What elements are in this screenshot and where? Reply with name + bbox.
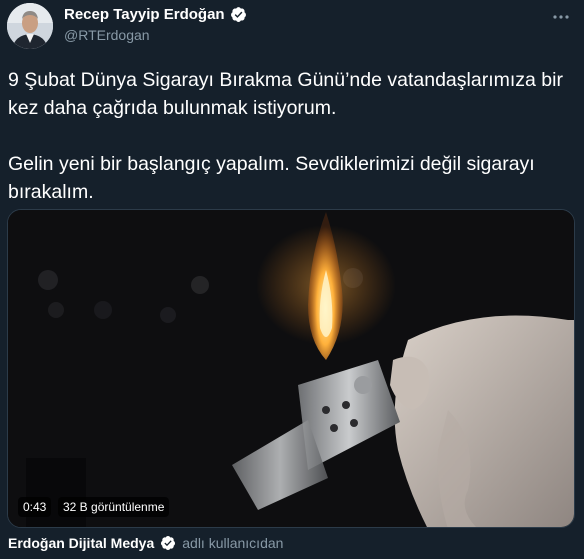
source-account-name[interactable]: Erdoğan Dijital Medya (8, 535, 154, 551)
video-player[interactable]: 0:43 32 B görüntülenme (7, 209, 575, 528)
tweet-text: 9 Şubat Dünya Sigarayı Bırakma Günü’nde … (8, 66, 578, 206)
video-duration-badge: 0:43 (18, 497, 52, 517)
verified-badge-icon (160, 535, 176, 551)
author-block: Recep Tayyip Erdoğan @RTErdogan (64, 6, 247, 43)
video-thumbnail (8, 210, 574, 527)
source-suffix: adlı kullanıcıdan (182, 535, 284, 551)
author-handle[interactable]: @RTErdogan (64, 27, 247, 43)
tweet: Recep Tayyip Erdoğan @RTErdogan 9 Şubat … (0, 0, 584, 559)
author-name[interactable]: Recep Tayyip Erdoğan (64, 6, 225, 23)
video-views-badge: 32 B görüntülenme (58, 497, 170, 517)
media-source: Erdoğan Dijital Medya adlı kullanıcıdan (8, 535, 283, 551)
tweet-paragraph: 9 Şubat Dünya Sigarayı Bırakma Günü’nde … (8, 69, 563, 119)
avatar[interactable] (7, 3, 53, 49)
tweet-paragraph: Gelin yeni bir başlangıç yapalım. Sevdik… (8, 153, 535, 203)
profile-photo (7, 3, 53, 49)
more-options-icon[interactable] (550, 6, 572, 28)
verified-badge-icon (230, 6, 247, 23)
